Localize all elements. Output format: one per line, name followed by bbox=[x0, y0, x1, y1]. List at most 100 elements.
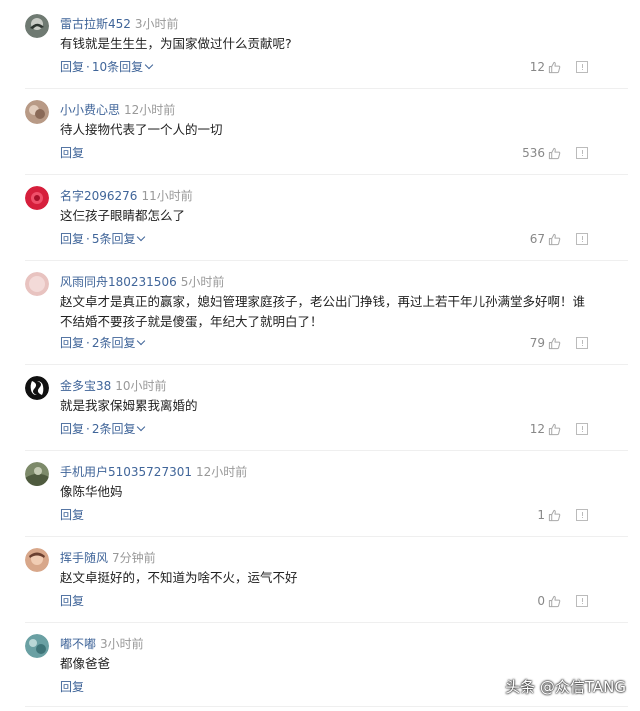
like-count: 79 bbox=[529, 336, 545, 350]
view-replies-button[interactable]: 2条回复 bbox=[92, 336, 146, 350]
replies-count-label: 5条回复 bbox=[91, 232, 136, 246]
username[interactable]: 嘟不嘟 bbox=[60, 637, 96, 651]
separator: · bbox=[86, 422, 90, 436]
like-count: 1 bbox=[537, 508, 545, 522]
reply-button[interactable]: 回复 bbox=[60, 422, 84, 436]
replies-count-label: 10条回复 bbox=[91, 60, 144, 74]
reply-button[interactable]: 回复 bbox=[60, 336, 84, 350]
avatar[interactable] bbox=[25, 548, 49, 572]
divider bbox=[25, 364, 628, 365]
report-icon[interactable] bbox=[576, 147, 588, 159]
comment-meta: 雷古拉斯452 3小时前 bbox=[60, 16, 179, 32]
thumbs-up-icon[interactable] bbox=[548, 509, 561, 522]
avatar[interactable] bbox=[25, 376, 49, 400]
username[interactable]: 风雨同舟180231506 bbox=[60, 275, 177, 289]
comment-meta: 嘟不嘟 3小时前 bbox=[60, 636, 144, 652]
reply-button[interactable]: 回复 bbox=[60, 680, 84, 694]
separator: · bbox=[86, 60, 90, 74]
username[interactable]: 金多宝38 bbox=[60, 379, 111, 393]
like-count: 536 bbox=[522, 146, 545, 160]
thumbs-up-icon[interactable] bbox=[548, 147, 561, 160]
comment-meta: 小小费心思 12小时前 bbox=[60, 102, 175, 118]
comment-content: 赵文卓才是真正的赢家，媳妇管理家庭孩子，老公出门挣钱，再过上若干年儿孙满堂多好啊… bbox=[60, 294, 586, 329]
like-count: 12 bbox=[529, 60, 545, 74]
timestamp: 3小时前 bbox=[100, 637, 144, 651]
divider bbox=[25, 622, 628, 623]
thumbs-up-icon[interactable] bbox=[548, 337, 561, 350]
comment-actions: 回复 bbox=[60, 593, 84, 609]
reply-button[interactable]: 回复 bbox=[60, 508, 84, 522]
username[interactable]: 挥手随风 bbox=[60, 551, 108, 565]
timestamp: 12小时前 bbox=[124, 103, 176, 117]
report-icon[interactable] bbox=[576, 509, 588, 521]
reply-button[interactable]: 回复 bbox=[60, 594, 84, 608]
chevron-down-icon bbox=[144, 60, 154, 70]
comment-actions: 回复 bbox=[60, 507, 84, 523]
report-icon[interactable] bbox=[576, 595, 588, 607]
comment-right-actions: 536 bbox=[522, 145, 588, 161]
comment-right-actions: 1 bbox=[537, 507, 588, 523]
replies-count-label: 2条回复 bbox=[91, 422, 136, 436]
username[interactable]: 小小费心思 bbox=[60, 103, 120, 117]
chevron-down-icon bbox=[137, 232, 146, 242]
comment-meta: 手机用户51035727301 12小时前 bbox=[60, 464, 247, 480]
chevron-down-icon bbox=[137, 422, 146, 432]
chevron-down-icon bbox=[137, 336, 146, 346]
like-count: 12 bbox=[529, 422, 545, 436]
comment-actions: 回复 · 5条回复 bbox=[60, 231, 146, 247]
like-count: 0 bbox=[537, 594, 545, 608]
divider bbox=[25, 260, 628, 261]
comment-content: 赵文卓挺好的，不知道为啥不火，运气不好 bbox=[60, 570, 298, 585]
report-icon[interactable] bbox=[576, 423, 588, 435]
avatar[interactable] bbox=[25, 186, 49, 210]
view-replies-button[interactable]: 10条回复 bbox=[91, 60, 154, 74]
comment-actions: 回复 · 2条回复 bbox=[60, 421, 146, 437]
comment-content: 这仨孩子眼睛都怎么了 bbox=[60, 208, 186, 223]
thumbs-up-icon[interactable] bbox=[548, 233, 561, 246]
timestamp: 10小时前 bbox=[115, 379, 167, 393]
comment-content: 像陈华他妈 bbox=[60, 484, 123, 499]
comment-right-actions: 79 bbox=[530, 335, 588, 351]
reply-button[interactable]: 回复 bbox=[60, 146, 84, 160]
watermark: 头条 @众信TANG bbox=[505, 678, 626, 696]
avatar[interactable] bbox=[25, 634, 49, 658]
comment-content: 就是我家保姆累我离婚的 bbox=[60, 398, 198, 413]
avatar[interactable] bbox=[25, 462, 49, 486]
username[interactable]: 名字2096276 bbox=[60, 189, 137, 203]
comment-right-actions: 12 bbox=[530, 59, 588, 75]
thumbs-up-icon[interactable] bbox=[548, 423, 561, 436]
username[interactable]: 手机用户51035727301 bbox=[60, 465, 192, 479]
avatar[interactable] bbox=[25, 14, 49, 38]
reply-button[interactable]: 回复 bbox=[60, 232, 84, 246]
comment-content: 都像爸爸 bbox=[60, 656, 111, 671]
view-replies-button[interactable]: 5条回复 bbox=[91, 232, 146, 246]
timestamp: 5小时前 bbox=[180, 275, 225, 289]
comment-actions: 回复 bbox=[60, 145, 84, 161]
view-replies-button[interactable]: 2条回复 bbox=[91, 422, 146, 436]
divider bbox=[25, 450, 628, 451]
comment-actions: 回复 · 2条回复 bbox=[60, 335, 146, 351]
comment-meta: 挥手随风 7分钟前 bbox=[60, 550, 156, 566]
comment-actions: 回复 bbox=[60, 679, 84, 695]
divider bbox=[25, 174, 628, 175]
avatar[interactable] bbox=[25, 272, 49, 296]
username[interactable]: 雷古拉斯452 bbox=[60, 17, 131, 31]
comment-meta: 金多宝38 10小时前 bbox=[60, 378, 167, 394]
separator: · bbox=[86, 232, 90, 246]
comment-content: 待人接物代表了一个人的一切 bbox=[60, 122, 223, 137]
like-count: 67 bbox=[529, 232, 545, 246]
report-icon[interactable] bbox=[576, 61, 588, 73]
timestamp: 7分钟前 bbox=[112, 551, 156, 565]
divider bbox=[25, 536, 628, 537]
comment-right-actions: 67 bbox=[530, 231, 588, 247]
comment-meta: 风雨同舟180231506 5小时前 bbox=[60, 274, 224, 290]
comment-right-actions: 12 bbox=[530, 421, 588, 437]
report-icon[interactable] bbox=[576, 337, 588, 349]
thumbs-up-icon[interactable] bbox=[548, 61, 561, 74]
comment-actions: 回复 · 10条回复 bbox=[60, 59, 154, 75]
reply-button[interactable]: 回复 bbox=[60, 60, 84, 74]
report-icon[interactable] bbox=[576, 233, 588, 245]
thumbs-up-icon[interactable] bbox=[548, 595, 561, 608]
avatar[interactable] bbox=[25, 100, 49, 124]
comment-content: 有钱就是生生生，为国家做过什么贡献呢? bbox=[60, 36, 292, 51]
